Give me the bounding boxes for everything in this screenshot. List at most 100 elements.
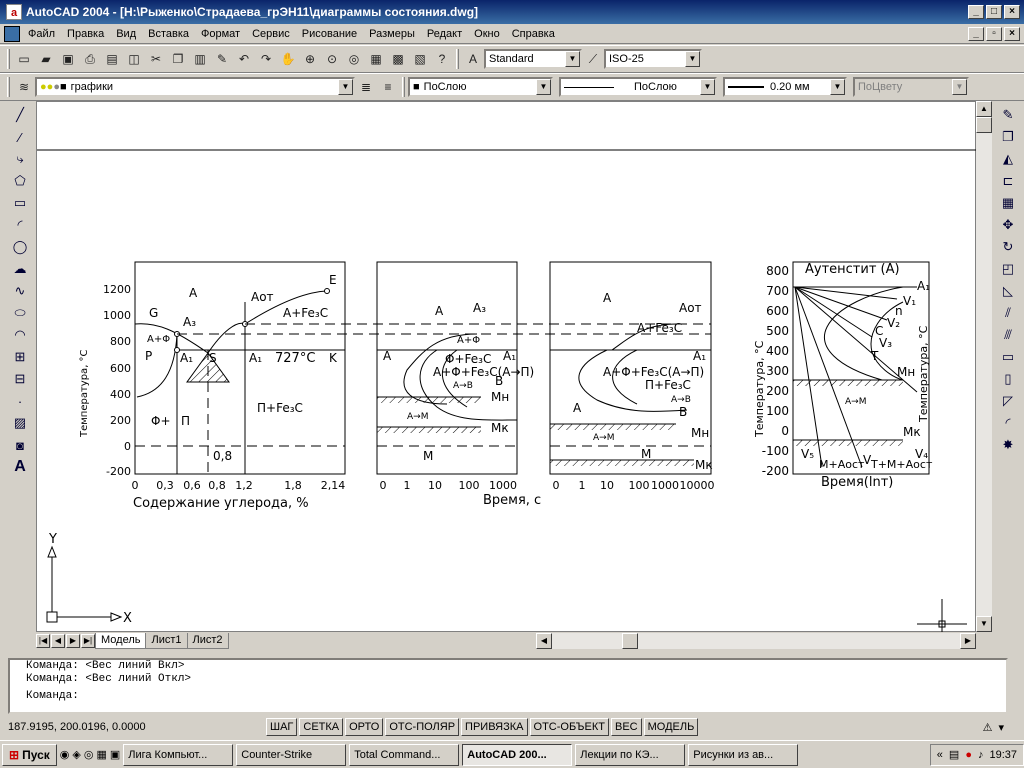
drawing-canvas[interactable]: 1200 1000 800 600 400 200 0 -200 Темпера…: [37, 102, 977, 633]
network-icon[interactable]: ▤: [949, 748, 959, 761]
polyline-icon[interactable]: ⤷: [8, 148, 32, 170]
new-file-icon[interactable]: ▭: [13, 48, 35, 70]
scroll-right-button[interactable]: ▶: [960, 633, 976, 649]
taskbar-item[interactable]: Counter-Strike: [236, 743, 347, 766]
design-center-icon[interactable]: ▩: [387, 48, 409, 70]
ellipse-icon[interactable]: ⬭: [8, 302, 32, 324]
quicklaunch-icon[interactable]: ◈: [72, 748, 80, 761]
point-marker[interactable]: [174, 347, 180, 353]
maximize-button[interactable]: □: [986, 5, 1002, 19]
extend-icon[interactable]: ⫻: [996, 324, 1020, 346]
spline-icon[interactable]: ∿: [8, 280, 32, 302]
chevron-down-icon[interactable]: ▼: [830, 79, 845, 95]
coordinates-readout[interactable]: 187.9195, 200.0196, 0.0000: [8, 721, 248, 733]
zoom-realtime-icon[interactable]: ⊕: [299, 48, 321, 70]
publish-icon[interactable]: ◫: [123, 48, 145, 70]
make-layer-current-icon[interactable]: ≣: [355, 76, 377, 98]
tab-model[interactable]: Модель: [95, 633, 147, 649]
tool-palettes-icon[interactable]: ▧: [409, 48, 431, 70]
fe-c-phase-diagram[interactable]: 1200 1000 800 600 400 200 0 -200 Темпера…: [79, 261, 346, 511]
eutectoid-triangle[interactable]: [186, 352, 230, 383]
minimize-button[interactable]: _: [968, 5, 984, 19]
color-select[interactable]: ■ ПоСлою ▼: [408, 77, 553, 97]
otrack-toggle[interactable]: ОТС-ОБЪЕКТ: [529, 718, 609, 736]
menu-edit[interactable]: Правка: [61, 28, 110, 40]
chevron-down-icon[interactable]: ▼: [338, 79, 353, 95]
diagram1-frame[interactable]: [134, 261, 346, 475]
break-at-point-icon[interactable]: ▭: [996, 346, 1020, 368]
polar-toggle[interactable]: ОТС-ПОЛЯР: [385, 718, 460, 736]
model-toggle[interactable]: МОДЕЛЬ: [643, 718, 699, 736]
break-icon[interactable]: ▯: [996, 368, 1020, 390]
drawing-area[interactable]: 1200 1000 800 600 400 200 0 -200 Темпера…: [36, 101, 977, 633]
copy-icon[interactable]: ❐: [167, 48, 189, 70]
rectangle-icon[interactable]: ▭: [8, 192, 32, 214]
autocad-app-icon[interactable]: a: [6, 4, 22, 20]
properties-icon[interactable]: ▦: [365, 48, 387, 70]
menu-format[interactable]: Формат: [195, 28, 246, 40]
last-tab-button[interactable]: ▶|: [81, 634, 95, 648]
stretch-icon[interactable]: ◺: [996, 280, 1020, 302]
start-button[interactable]: ⊞ Пуск: [2, 743, 57, 766]
move-icon[interactable]: ✥: [996, 214, 1020, 236]
mk-hatch[interactable]: [793, 440, 903, 446]
polygon-icon[interactable]: ⬠: [8, 170, 32, 192]
fillet-icon[interactable]: ◜: [996, 412, 1020, 434]
cut-icon[interactable]: ✂: [145, 48, 167, 70]
command-prompt[interactable]: Команда:: [26, 690, 1006, 703]
communication-center-icon[interactable]: ⚠: [983, 721, 993, 734]
snap-toggle[interactable]: ШАГ: [266, 718, 298, 736]
menu-file[interactable]: Файл: [22, 28, 61, 40]
help-icon[interactable]: ?: [431, 48, 453, 70]
menu-view[interactable]: Вид: [110, 28, 142, 40]
ttt-diagram-hypoeutectoid[interactable]: 0 1 10 100 1000 A A₃ A+Φ Φ+Fe₃C A₁ A A+Φ…: [376, 261, 534, 492]
scale-icon[interactable]: ◰: [996, 258, 1020, 280]
tab-layout1[interactable]: Лист1: [145, 633, 188, 649]
taskbar-item[interactable]: Лекции по КЭ...: [575, 743, 686, 766]
open-file-icon[interactable]: ▰: [35, 48, 57, 70]
paste-icon[interactable]: ▥: [189, 48, 211, 70]
scroll-thumb[interactable]: [622, 633, 638, 649]
quicklaunch-icon[interactable]: ◉: [60, 748, 70, 761]
print-preview-icon[interactable]: ▤: [101, 48, 123, 70]
taskbar-item-active[interactable]: AutoCAD 200...: [462, 743, 573, 766]
lineweight-select[interactable]: 0.20 мм ▼: [723, 77, 847, 97]
zoom-window-icon[interactable]: ⊙: [321, 48, 343, 70]
chevron-down-icon[interactable]: ▼: [685, 51, 700, 67]
redo-icon[interactable]: ↷: [255, 48, 277, 70]
antivirus-icon[interactable]: ●: [965, 749, 972, 761]
scroll-left-button[interactable]: ◀: [536, 633, 552, 649]
c-curve-start[interactable]: [824, 286, 904, 381]
rotate-icon[interactable]: ↻: [996, 236, 1020, 258]
menu-window[interactable]: Окно: [468, 28, 506, 40]
linetype-select[interactable]: ПоСлою ▼: [559, 77, 717, 97]
dim-style-icon[interactable]: ⟋: [582, 48, 604, 70]
volume-icon[interactable]: ♪: [978, 749, 984, 761]
construction-line-icon[interactable]: ⁄: [8, 126, 32, 148]
first-tab-button[interactable]: |◀: [36, 634, 50, 648]
offset-icon[interactable]: ⊏: [996, 170, 1020, 192]
menu-help[interactable]: Справка: [506, 28, 561, 40]
text-style-icon[interactable]: A: [462, 48, 484, 70]
print-icon[interactable]: ⎙: [79, 48, 101, 70]
point-icon[interactable]: ·: [8, 390, 32, 412]
status-menu-icon[interactable]: ▾: [998, 721, 1004, 734]
ellipse-arc-icon[interactable]: ◠: [8, 324, 32, 346]
grid-toggle[interactable]: СЕТКА: [299, 718, 344, 736]
lineweight-toggle[interactable]: ВЕС: [610, 718, 642, 736]
menu-tools[interactable]: Сервис: [246, 28, 296, 40]
taskbar-item[interactable]: Total Command...: [349, 743, 460, 766]
mk-hatch[interactable]: [550, 460, 694, 466]
horizontal-scrollbar[interactable]: ◀ ▶: [536, 633, 976, 649]
doc-close-button[interactable]: ×: [1004, 27, 1020, 41]
close-button[interactable]: ×: [1004, 5, 1020, 19]
doc-minimize-button[interactable]: _: [968, 27, 984, 41]
multiline-text-icon[interactable]: A: [8, 456, 32, 478]
match-properties-icon[interactable]: ✎: [211, 48, 233, 70]
array-icon[interactable]: ▦: [996, 192, 1020, 214]
chevron-down-icon[interactable]: ▼: [536, 79, 551, 95]
quicklaunch-icon[interactable]: ▣: [110, 748, 120, 761]
zoom-previous-icon[interactable]: ◎: [343, 48, 365, 70]
layer-manager-icon[interactable]: ≋: [13, 76, 35, 98]
menu-modify[interactable]: Редакт: [421, 28, 468, 40]
